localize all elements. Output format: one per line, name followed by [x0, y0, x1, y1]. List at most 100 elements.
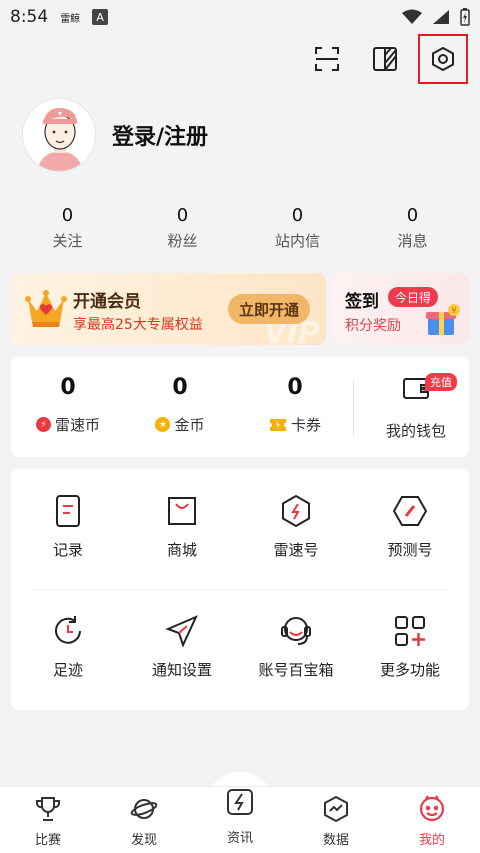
grid-item-label: 记录: [52, 541, 83, 559]
grid-item-support[interactable]: 账号百宝箱: [239, 613, 353, 680]
wallet-leisu-coin[interactable]: 0 ⚡ 雷速币: [13, 375, 123, 435]
wallet-label: 金币: [174, 416, 205, 434]
tab-discover[interactable]: 发现: [104, 795, 184, 848]
my-wallet-label: 我的钱包: [385, 422, 446, 440]
stat-value: 0: [406, 205, 419, 226]
stat-inbox[interactable]: 0 站内信: [240, 205, 355, 251]
tab-label: 发现: [130, 833, 157, 848]
wifi-icon: [402, 9, 422, 24]
wallet-gold-coin[interactable]: 0 ★ 金币: [125, 375, 235, 435]
login-register-link[interactable]: 登录/注册: [112, 119, 208, 151]
tab-matches[interactable]: 比赛: [8, 795, 88, 848]
grid-item-record[interactable]: 记录: [11, 493, 125, 560]
grid-divider: [31, 589, 449, 590]
stat-follow[interactable]: 0 关注: [10, 205, 125, 251]
avatar[interactable]: [22, 98, 96, 172]
battery-icon: [460, 8, 470, 26]
settings-button[interactable]: [418, 34, 468, 84]
vip-open-button[interactable]: 立即开通: [228, 294, 310, 324]
grid-item-label: 账号百宝箱: [258, 661, 334, 679]
status-bar: 8:54 雷鲸 A: [0, 0, 480, 34]
prediction-icon: [392, 496, 428, 526]
stat-value: 0: [291, 205, 304, 226]
shop-icon: [168, 497, 196, 525]
stat-value: 0: [176, 205, 189, 226]
default-avatar-icon: [23, 99, 95, 171]
tab-label: 我的: [418, 833, 445, 848]
stat-label: 粉丝: [167, 232, 198, 250]
grid-item-label: 商城: [166, 541, 197, 559]
wallet-value: 0: [172, 375, 188, 400]
stat-fans[interactable]: 0 粉丝: [125, 205, 240, 251]
my-wallet-button[interactable]: 充值 我的钱包: [363, 373, 469, 441]
signal-icon: [433, 10, 449, 24]
gift-box-icon: ¥: [426, 304, 460, 335]
leisu-coin-icon: ⚡: [35, 417, 51, 432]
wallet-label: 雷速币: [54, 416, 100, 434]
settings-icon: [432, 46, 454, 72]
checkin-title: 签到: [345, 292, 379, 312]
wallet-value: 0: [287, 375, 303, 400]
wallet-label: 卡券: [290, 416, 321, 434]
wallet-card: 0 ⚡ 雷速币 0 ★ 金币 0 卡券 充值 我的钱包: [11, 357, 469, 457]
support-icon: [281, 617, 311, 645]
notification-icon: [165, 615, 199, 648]
status-time: 8:54: [10, 7, 49, 27]
status-app-label: 雷鲸: [60, 13, 81, 25]
crown-icon: [25, 290, 67, 327]
vip-title: 开通会员: [73, 292, 141, 312]
grid-item-label: 雷速号: [273, 541, 319, 559]
stat-messages[interactable]: 0 消息: [355, 205, 470, 251]
stats-row: 0 关注 0 粉丝 0 站内信 0 消息: [10, 205, 470, 251]
theme-button[interactable]: [362, 36, 408, 82]
status-app-badge: A: [92, 9, 109, 25]
tab-label: 数据: [322, 833, 349, 848]
discover-icon: [130, 799, 158, 819]
stat-label: 关注: [52, 232, 83, 250]
wallet-value: 0: [60, 375, 76, 400]
wallet-coupon[interactable]: 0 卡券: [240, 375, 350, 435]
wallet-divider: [353, 379, 354, 437]
scan-icon: [315, 47, 339, 71]
grid-item-notification[interactable]: 通知设置: [125, 613, 239, 680]
scan-button[interactable]: [304, 36, 350, 82]
leisu-account-icon: [282, 494, 310, 528]
grid-item-label: 通知设置: [151, 661, 212, 679]
coupon-icon: [269, 418, 286, 431]
history-icon: [55, 616, 81, 644]
tab-news[interactable]: 资讯: [200, 787, 280, 846]
trophy-icon: [36, 797, 60, 821]
grid-item-history[interactable]: 足迹: [11, 613, 125, 680]
grid-item-more[interactable]: 更多功能: [353, 613, 467, 680]
grid-item-label: 足迹: [52, 661, 83, 679]
record-icon: [56, 495, 80, 527]
profile-header[interactable]: 登录/注册: [22, 98, 208, 172]
news-icon: [227, 789, 253, 815]
bottom-tab-bar: 比赛 发现 资讯 数据 我的: [0, 786, 480, 853]
tab-label: 资讯: [226, 831, 253, 846]
grid-item-label: 预测号: [387, 541, 433, 559]
recharge-badge[interactable]: 充值: [425, 373, 457, 391]
gold-coin-icon: ★: [155, 417, 171, 432]
data-icon: [324, 795, 348, 823]
checkin-card[interactable]: 签到 今日得 积分奖励 ¥: [332, 273, 469, 345]
stat-label: 站内信: [274, 232, 320, 250]
feature-grid: 记录 商城 雷速号 预测号 足迹 通知设置 账号百宝箱 更多功能: [11, 469, 469, 710]
grid-item-prediction[interactable]: 预测号: [353, 493, 467, 560]
more-features-icon: [395, 616, 425, 646]
checkin-subtitle: 积分奖励: [345, 318, 401, 334]
tab-label: 比赛: [34, 833, 61, 848]
tab-profile[interactable]: 我的: [392, 795, 472, 848]
stat-label: 消息: [397, 232, 428, 250]
profile-icon: [419, 795, 445, 822]
vip-card[interactable]: VIP 开通会员 享最高25大专属权益 立即开通: [11, 273, 326, 345]
top-toolbar: [304, 34, 468, 84]
grid-item-shop[interactable]: 商城: [125, 493, 239, 560]
theme-icon: [373, 47, 397, 71]
svg-text:¥: ¥: [451, 306, 456, 315]
tab-data[interactable]: 数据: [296, 795, 376, 848]
grid-item-label: 更多功能: [379, 661, 440, 679]
grid-item-leisu-account[interactable]: 雷速号: [239, 493, 353, 560]
stat-value: 0: [61, 205, 74, 226]
vip-subtitle: 享最高25大专属权益: [73, 317, 203, 333]
